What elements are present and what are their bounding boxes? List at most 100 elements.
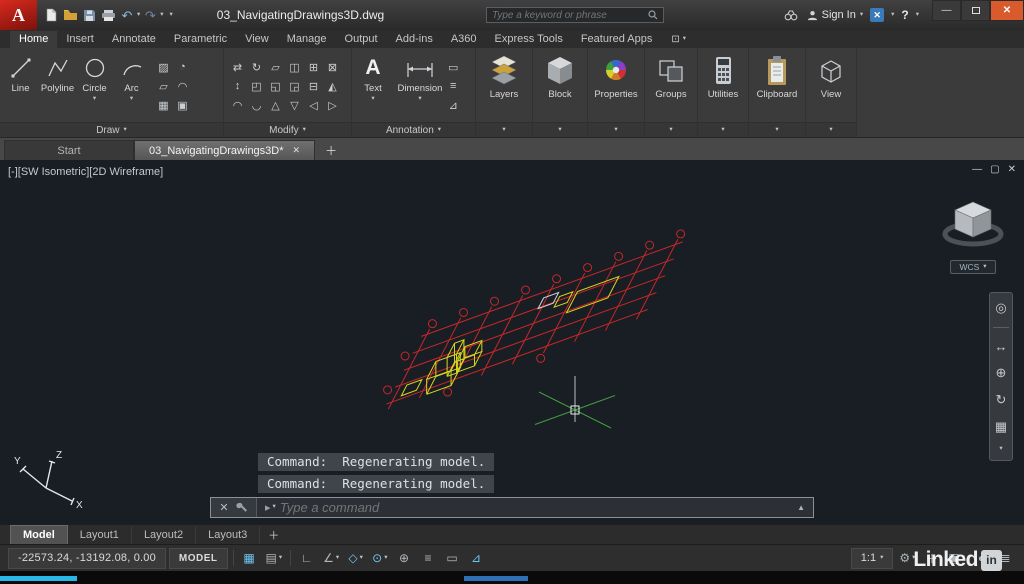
wcs-dropdown[interactable]: WCS ▾	[950, 260, 996, 274]
save-icon[interactable]	[80, 6, 98, 24]
break-icon[interactable]: ▽	[290, 99, 298, 112]
help-search-box[interactable]	[486, 7, 664, 23]
block-button[interactable]: Block	[535, 50, 585, 122]
annotation-scale-button[interactable]: 1:1▾	[851, 548, 894, 569]
new-layout-icon[interactable]: ＋	[268, 527, 279, 543]
undo-icon[interactable]: ↶	[118, 6, 136, 24]
file-tab-close-icon[interactable]: ✕	[293, 145, 301, 156]
ribbon-tab-express-tools[interactable]: Express Tools	[486, 31, 572, 48]
stretch-icon[interactable]: ↕	[235, 80, 241, 92]
binoculars-search-icon[interactable]	[782, 6, 800, 24]
object-snap-tracking-icon[interactable]: ⊕	[394, 548, 415, 569]
command-input[interactable]	[280, 500, 797, 515]
command-customize-icon[interactable]	[236, 502, 248, 514]
dimension-dropdown-icon[interactable]: ▾	[418, 96, 421, 103]
block-panel-expander[interactable]: ▾	[533, 122, 587, 137]
help-dropdown-icon[interactable]: ▾	[916, 12, 919, 19]
ribbon-tab-view[interactable]: View	[236, 31, 278, 48]
dimension-tool[interactable]: Dimension ▾	[392, 50, 448, 122]
drawing-close-icon[interactable]: ✕	[1008, 164, 1016, 175]
erase-icon[interactable]: ⊠	[328, 61, 337, 74]
zoom-icon[interactable]: ⊕	[996, 365, 1007, 381]
undo-dropdown-icon[interactable]: ▾	[137, 12, 140, 19]
explode-icon[interactable]: ◭	[328, 80, 336, 93]
layers-button[interactable]: Layers	[478, 50, 530, 122]
lengthen-icon[interactable]: ▷	[328, 99, 336, 112]
polyline-tool[interactable]: Polyline	[39, 50, 76, 122]
object-snap-icon[interactable]: ⊙▾	[369, 548, 390, 569]
ribbon-tab-a360[interactable]: A360	[442, 31, 486, 48]
sign-in-button[interactable]: Sign In ▾	[807, 9, 864, 21]
clipboard-button[interactable]: Clipboard	[751, 50, 803, 122]
showmotion-icon[interactable]: ▦	[995, 419, 1007, 435]
layers-panel-expander[interactable]: ▾	[476, 122, 532, 137]
maximize-button[interactable]	[961, 0, 990, 21]
new-drawing-tab-icon[interactable]: ＋	[322, 141, 340, 159]
orbit-icon[interactable]: ↻	[996, 392, 1007, 408]
trim-icon[interactable]: ▱	[271, 61, 279, 74]
arc-dropdown-icon[interactable]: ▾	[130, 96, 133, 103]
text-dropdown-icon[interactable]: ▾	[371, 96, 374, 103]
revision-cloud-icon[interactable]: ◠	[178, 80, 188, 93]
command-history-expand-icon[interactable]: ▲	[797, 503, 805, 512]
utilities-panel-expander[interactable]: ▾	[698, 122, 748, 137]
plot-icon[interactable]	[99, 6, 117, 24]
modify-panel-footer[interactable]: Modify▾	[224, 122, 351, 137]
ribbon-tab-parametric[interactable]: Parametric	[165, 31, 236, 48]
scale-icon[interactable]: ⊟	[309, 80, 318, 93]
leader-icon[interactable]: ▭	[448, 61, 458, 74]
minimize-button[interactable]: —	[932, 0, 961, 21]
groups-panel-expander[interactable]: ▾	[645, 122, 697, 137]
drawing-canvas[interactable]: [-][SW Isometric][2D Wireframe] — ▢ ✕ WC…	[0, 160, 1024, 524]
exchange-dropdown-icon[interactable]: ▾	[891, 12, 894, 19]
view-cube[interactable]: WCS ▾	[938, 194, 1008, 274]
polar-tracking-icon[interactable]: ∠▾	[320, 548, 342, 569]
ribbon-display-icon[interactable]: ⊡	[671, 34, 679, 45]
new-file-icon[interactable]	[42, 6, 60, 24]
table-icon[interactable]: ≡	[450, 80, 456, 92]
viewport-controls[interactable]: [-][SW Isometric][2D Wireframe]	[8, 166, 163, 178]
layout-tab-layout3[interactable]: Layout3	[196, 526, 260, 544]
redo-dropdown-icon[interactable]: ▾	[160, 12, 163, 19]
ribbon-tab-manage[interactable]: Manage	[278, 31, 336, 48]
mirror-icon[interactable]: ◰	[251, 80, 261, 93]
blend-icon[interactable]: ◡	[252, 99, 262, 112]
ribbon-tab-annotate[interactable]: Annotate	[103, 31, 165, 48]
exchange-apps-icon[interactable]: ✕	[870, 8, 884, 22]
array-icon[interactable]: ⊞	[309, 61, 318, 74]
annotation-panel-footer[interactable]: Annotation▾	[352, 122, 475, 137]
text-tool[interactable]: A Text ▾	[354, 50, 392, 122]
offset-icon[interactable]: ◠	[233, 99, 243, 112]
join-icon[interactable]: ◁	[309, 99, 317, 112]
drawing-restore-icon[interactable]: ▢	[990, 164, 999, 175]
view-button[interactable]: View	[808, 50, 854, 122]
full-nav-wheel-icon[interactable]: ◎	[995, 300, 1006, 316]
circle-dropdown-icon[interactable]: ▾	[93, 96, 96, 103]
wipeout-icon[interactable]: ▣	[177, 99, 187, 112]
clipboard-panel-expander[interactable]: ▾	[749, 122, 805, 137]
model-space-button[interactable]: MODEL	[169, 548, 228, 569]
ortho-mode-icon[interactable]: ∟	[296, 548, 317, 569]
video-progress-played[interactable]	[0, 576, 77, 581]
qat-overflow-icon[interactable]: ▾	[170, 12, 173, 19]
align-icon[interactable]: △	[271, 99, 279, 112]
move-icon[interactable]: ⇄	[233, 61, 242, 74]
arc-tool[interactable]: Arc ▾	[113, 50, 150, 122]
snap-mode-icon[interactable]: ▤▾	[263, 548, 286, 569]
help-icon[interactable]: ?	[901, 8, 908, 22]
selection-cycling-icon[interactable]: ⊿	[466, 548, 487, 569]
file-tab-start[interactable]: Start	[4, 140, 134, 160]
copy-icon[interactable]: ◫	[289, 61, 299, 74]
ribbon-tab-insert[interactable]: Insert	[57, 31, 103, 48]
file-tab-active-drawing[interactable]: 03_NavigatingDrawings3D* ✕	[134, 140, 315, 160]
rotate-icon[interactable]: ↻	[252, 61, 261, 74]
utilities-button[interactable]: Utilities	[700, 50, 746, 122]
drawing-minimize-icon[interactable]: —	[972, 164, 982, 175]
pan-icon[interactable]: ↔	[995, 339, 1008, 354]
draw-panel-footer[interactable]: Draw▾	[0, 122, 223, 137]
ribbon-display-dropdown-icon[interactable]: ▾	[683, 36, 686, 43]
transparency-icon[interactable]: ▭	[442, 548, 463, 569]
gradient-icon[interactable]: ◔	[179, 61, 186, 73]
layout-tab-layout2[interactable]: Layout2	[132, 526, 196, 544]
chamfer-icon[interactable]: ◲	[289, 80, 299, 93]
